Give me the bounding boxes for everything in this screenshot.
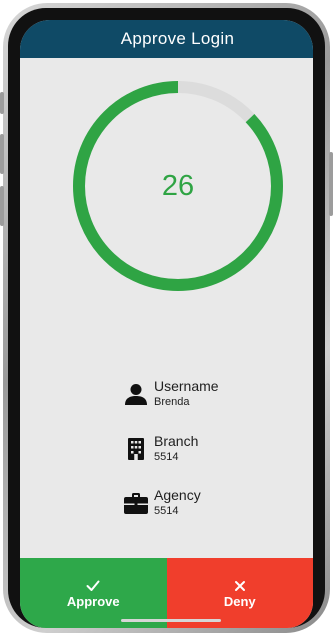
branch-label: Branch: [154, 433, 199, 449]
branch-value: 5514: [154, 451, 179, 463]
countdown-value: 26: [161, 169, 195, 202]
app-header: Approve Login: [20, 20, 313, 58]
approve-button[interactable]: Approve: [20, 558, 167, 628]
agency-label: Agency: [154, 487, 201, 503]
deny-button[interactable]: Deny: [166, 558, 313, 628]
silent-switch: [0, 92, 4, 114]
building-icon: [124, 437, 148, 461]
deny-label: Deny: [223, 593, 256, 609]
volume-down-button: [0, 186, 4, 226]
username-value: Brenda: [154, 396, 190, 408]
page-title: Approve Login: [120, 29, 235, 48]
close-icon: [234, 578, 246, 594]
info-branch: Branch 5514: [124, 433, 198, 465]
username-label: Username: [154, 378, 219, 394]
action-bar: Approve Deny: [20, 558, 313, 628]
app-screen: Approve Login 26 Username Brenda Branch …: [20, 20, 313, 628]
home-indicator[interactable]: [121, 619, 221, 622]
briefcase-icon: [124, 491, 148, 515]
approve-label: Approve: [66, 593, 120, 609]
agency-value: 5514: [154, 505, 179, 517]
info-username: Username Brenda: [124, 378, 219, 410]
checkmark-icon: [86, 578, 100, 594]
info-agency: Agency 5514: [124, 487, 201, 519]
power-button: [329, 152, 333, 216]
phone-device: Approve Login 26 Username Brenda Branch …: [0, 0, 333, 636]
volume-up-button: [0, 134, 4, 174]
person-icon: [124, 382, 148, 406]
countdown-timer: 26: [68, 76, 288, 296]
